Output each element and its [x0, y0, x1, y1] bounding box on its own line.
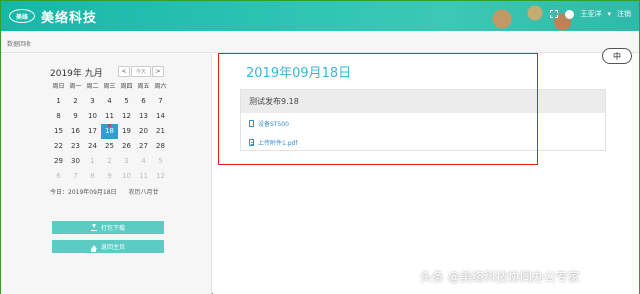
calendar-day[interactable]: 24 [84, 139, 101, 154]
calendar-day[interactable]: 21 [152, 124, 169, 139]
today-lunar-info: 今日：2019年09月18日 农历八月廿 [50, 189, 159, 196]
calendar-day[interactable]: 6 [135, 94, 152, 109]
calendar-day[interactable]: 3 [84, 94, 101, 109]
calendar-day[interactable]: 28 [152, 139, 169, 154]
calendar-day[interactable]: 14 [152, 109, 169, 124]
calendar-day[interactable]: 17 [84, 124, 101, 139]
calendar-prev-button[interactable]: < [118, 66, 130, 77]
chevron-down-icon[interactable]: ▾ [607, 10, 611, 18]
calendar-day[interactable]: 29 [50, 154, 67, 169]
weekday-label: 周三 [103, 83, 116, 90]
weekday-label: 周二 [86, 83, 99, 90]
weekday-label: 周一 [69, 83, 82, 90]
calendar-day-other-month[interactable]: 5 [152, 154, 169, 169]
calendar-day[interactable]: 7 [152, 94, 169, 109]
calendar-weekday-header: 周日 周一 周二 周三 周四 周五 周六 [50, 81, 169, 90]
weekday-label: 周四 [120, 83, 133, 90]
calendar-day[interactable]: 15 [50, 124, 67, 139]
calendar-day[interactable]: 4 [101, 94, 118, 109]
highlight-annotation-box [218, 53, 538, 165]
home-icon [90, 244, 97, 252]
ime-indicator[interactable]: 中 [602, 48, 632, 64]
calendar-next-button[interactable]: > [152, 66, 164, 77]
calendar-today-button[interactable]: 今天 [131, 66, 151, 77]
download-icon [90, 223, 97, 231]
calendar-day[interactable]: 26 [118, 139, 135, 154]
home-button-label: 返回主页 [100, 244, 125, 251]
calendar-day-other-month[interactable]: 4 [135, 154, 152, 169]
download-package-button[interactable]: 打包下载 [52, 221, 164, 234]
calendar-day[interactable]: 19 [118, 124, 135, 139]
logout-link[interactable]: 注销 [617, 9, 631, 19]
app-title: 美络科技 [41, 11, 98, 26]
calendar-day[interactable]: 30 [67, 154, 84, 169]
calendar-day[interactable]: 27 [135, 139, 152, 154]
calendar-day[interactable]: 10 [84, 109, 101, 124]
calendar-day[interactable]: 9 [67, 109, 84, 124]
header-user-area: 王亚洋 ▾ 注销 [549, 9, 631, 19]
calendar-day[interactable]: 11 [101, 109, 118, 124]
calendar-day[interactable]: 12 [118, 109, 135, 124]
download-button-label: 打包下载 [100, 225, 125, 232]
user-avatar-icon[interactable] [565, 9, 575, 19]
calendar-day[interactable]: 5 [118, 94, 135, 109]
top-header: 美络 美络科技 王亚洋 ▾ 注销 [1, 1, 639, 31]
logo-icon: 美络 [9, 9, 35, 23]
return-home-button[interactable]: 返回主页 [52, 240, 164, 253]
watermark: 头条 @美络科技协同办公专家 [420, 270, 580, 284]
breadcrumb[interactable]: 数据回收 [1, 31, 639, 53]
weekday-label: 周六 [154, 83, 167, 90]
calendar-day-other-month[interactable]: 2 [101, 154, 118, 169]
calendar-day[interactable]: 13 [135, 109, 152, 124]
fullscreen-icon[interactable] [549, 9, 559, 19]
weekday-label: 周日 [52, 83, 65, 90]
calendar-panel: 2019年 九月 < 今天 > 周日 周一 周二 周三 周四 周五 周六 1 2… [1, 54, 212, 294]
calendar-day-other-month[interactable]: 12 [152, 169, 169, 184]
calendar-day-other-month[interactable]: 9 [101, 169, 118, 184]
calendar-day-selected[interactable]: 18 [101, 124, 118, 139]
calendar-day-other-month[interactable]: 10 [118, 169, 135, 184]
calendar-day[interactable]: 8 [50, 109, 67, 124]
calendar-day-other-month[interactable]: 11 [135, 169, 152, 184]
user-name[interactable]: 王亚洋 [580, 9, 601, 19]
calendar-day-other-month[interactable]: 7 [67, 169, 84, 184]
calendar-title: 2019年 九月 [50, 69, 103, 79]
calendar-day[interactable]: 23 [67, 139, 84, 154]
calendar-day-other-month[interactable]: 6 [50, 169, 67, 184]
calendar-day-other-month[interactable]: 8 [84, 169, 101, 184]
calendar-day[interactable]: 2 [67, 94, 84, 109]
calendar-day-grid: 1 2 3 4 5 6 7 8 9 10 11 12 13 14 15 16 1… [50, 94, 169, 184]
calendar-day-other-month[interactable]: 1 [84, 154, 101, 169]
calendar-day[interactable]: 25 [101, 139, 118, 154]
calendar-day-other-month[interactable]: 3 [118, 154, 135, 169]
calendar-day[interactable]: 22 [50, 139, 67, 154]
calendar-day[interactable]: 20 [135, 124, 152, 139]
calendar-day[interactable]: 16 [67, 124, 84, 139]
weekday-label: 周五 [137, 83, 150, 90]
calendar-day[interactable]: 1 [50, 94, 67, 109]
